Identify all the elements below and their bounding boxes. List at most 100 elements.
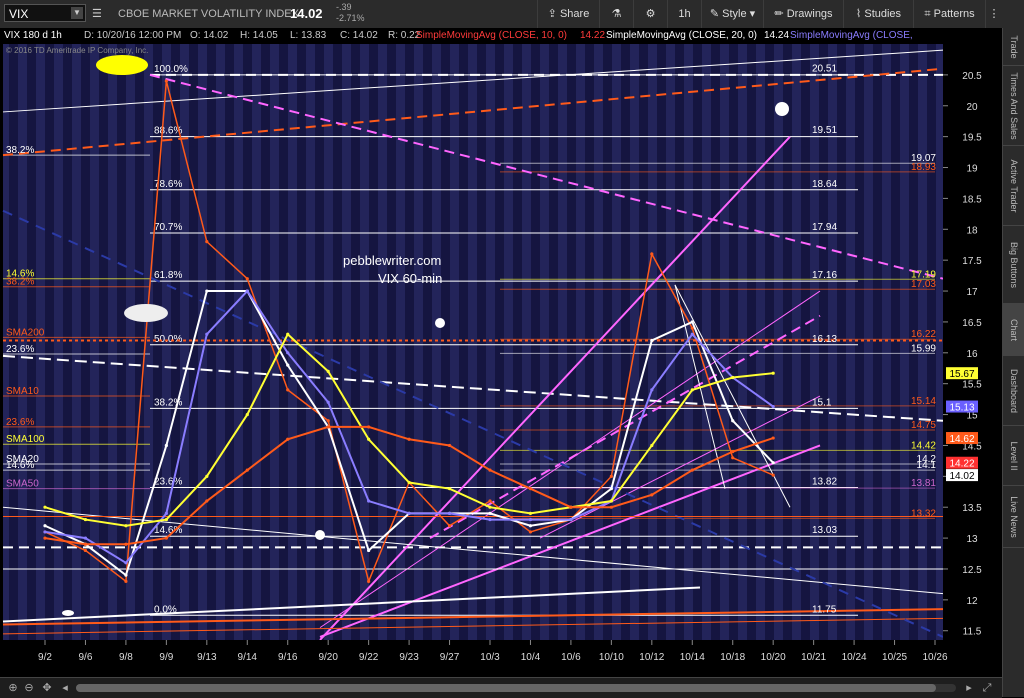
chevron-down-icon[interactable]: ▼ — [71, 7, 83, 19]
y-tick-label: 20 — [966, 102, 978, 113]
interval-button[interactable]: 1h — [667, 0, 701, 28]
x-tick-label: 9/22 — [359, 652, 379, 663]
series-point — [124, 524, 128, 528]
right-level-label: 16.22 — [911, 329, 936, 340]
x-tick-label: 10/10 — [599, 652, 624, 663]
zoom-in-icon[interactable]: ⊕ — [6, 681, 20, 695]
y-tick-label: 15.5 — [962, 380, 982, 391]
series-point — [164, 79, 168, 83]
sidebar-tab-big-buttons[interactable]: Big Buttons — [1003, 226, 1024, 304]
series-point — [326, 369, 330, 373]
series-point — [245, 412, 249, 417]
price-badge-label: 14.02 — [949, 471, 974, 482]
series-point — [43, 524, 47, 528]
series-point — [286, 332, 290, 336]
x-tick-label: 10/3 — [480, 652, 500, 663]
series-point — [650, 338, 654, 343]
series-point — [367, 499, 371, 503]
series-point — [569, 517, 573, 522]
series-point — [326, 425, 330, 429]
price-badge-label: 15.13 — [949, 403, 974, 414]
sidebar-tab-level-ii[interactable]: Level II — [1003, 426, 1024, 486]
series-point — [731, 375, 735, 380]
price-badge-label: 15.67 — [949, 369, 974, 380]
sma20-value: 14.24 — [764, 30, 789, 41]
series-point — [43, 530, 47, 534]
level-label: 18.64 — [812, 179, 837, 190]
sidebar-tab-times-and-sales[interactable]: Times And Sales — [1003, 66, 1024, 146]
flask-button[interactable]: ⚗ — [599, 0, 633, 28]
scroll-right-icon[interactable]: ▸ — [962, 681, 976, 695]
series-point — [569, 505, 573, 509]
y-tick-label: 18.5 — [962, 194, 982, 205]
sidebar-tab-label: Chart — [1009, 318, 1019, 341]
x-tick-label: 9/13 — [197, 652, 217, 663]
x-tick-label: 9/27 — [440, 652, 460, 663]
scrollbar-thumb[interactable] — [76, 684, 936, 692]
series-point — [83, 548, 88, 553]
fib-label: 23.6% — [154, 476, 182, 487]
symbol-description: CBOE MARKET VOLATILITY INDEX — [118, 8, 299, 20]
highlight-marker — [96, 55, 148, 75]
scroll-left-icon[interactable]: ◂ — [58, 681, 72, 695]
left-level-label: SMA10 — [6, 386, 39, 397]
series-point — [286, 363, 290, 367]
sidebar-tab-live-news[interactable]: Live News — [1003, 486, 1024, 548]
menu-icon[interactable]: ☰ — [92, 0, 102, 28]
patterns-button[interactable]: ⌗ Patterns — [913, 0, 985, 28]
series-point — [83, 536, 88, 540]
series-point — [609, 505, 613, 509]
price-badge-label: 14.22 — [949, 459, 974, 470]
price-change: -.39 -2.71% — [336, 2, 365, 24]
left-level-label: SMA100 — [6, 434, 45, 445]
level-label: 17.94 — [812, 222, 837, 233]
y-tick-label: 11.5 — [963, 627, 982, 638]
x-tick-label: 10/20 — [761, 652, 786, 663]
series-point — [245, 289, 249, 293]
symbol-text: VIX — [9, 7, 29, 21]
series-point — [367, 437, 371, 441]
right-level-label: 14.75 — [911, 420, 936, 431]
studies-button[interactable]: ⌇ Studies — [843, 0, 913, 28]
series-point — [731, 419, 735, 423]
sidebar-tab-label: Level II — [1009, 440, 1019, 471]
series-point — [447, 511, 452, 515]
sidebar-tab-chart[interactable]: Chart — [1003, 304, 1024, 356]
settings-button[interactable]: ⚙ — [633, 0, 667, 28]
sma10-label: SimpleMovingAvg (CLOSE, 10, 0) — [416, 30, 567, 41]
price-badge-label: 14.62 — [949, 434, 974, 445]
right-level-label: 17.03 — [911, 279, 936, 290]
series-point — [690, 468, 694, 472]
series-point — [286, 437, 290, 441]
pan-icon[interactable]: ✥ — [40, 681, 54, 695]
style-button[interactable]: ✎ Style ▾ — [701, 0, 763, 28]
symbol-input[interactable]: VIX ▼ — [4, 4, 86, 22]
right-sidebar: Trade Times And Sales Active Trader Big But… — [1002, 28, 1024, 697]
level-label: 15.1 — [812, 397, 832, 408]
series-point — [124, 542, 128, 546]
left-level-label: 38.2% — [6, 145, 34, 156]
series-point — [609, 474, 613, 478]
header-open: O: 14.02 — [190, 30, 229, 41]
x-tick-label: 10/4 — [521, 652, 541, 663]
level-label: 13.03 — [812, 525, 837, 536]
x-tick-label: 10/14 — [680, 652, 705, 663]
horizontal-scrollbar[interactable] — [76, 684, 956, 692]
expand-icon[interactable]: ⤢ — [980, 681, 994, 695]
series-point — [367, 579, 371, 583]
zoom-out-icon[interactable]: ⊖ — [22, 681, 36, 695]
price-chart[interactable]: 100.0%88.6%78.6%70.7%61.8%50.0%38.2%23.6… — [0, 28, 1002, 677]
sidebar-tab-dashboard[interactable]: Dashboard — [1003, 356, 1024, 426]
left-level-label: SMA50 — [6, 479, 39, 490]
series-point — [771, 461, 775, 465]
sidebar-tab-label: Big Buttons — [1009, 241, 1019, 288]
series-point — [488, 517, 492, 522]
drawings-button[interactable]: ✏ Drawings — [763, 0, 843, 28]
more-button[interactable]: ⋮ — [985, 0, 1002, 28]
sidebar-tab-trade[interactable]: Trade — [1003, 28, 1024, 66]
x-tick-label: 10/26 — [922, 652, 947, 663]
right-level-label: 15.14 — [911, 396, 936, 407]
share-button[interactable]: ⇪ Share — [537, 0, 599, 28]
x-tick-label: 10/12 — [639, 652, 664, 663]
sidebar-tab-active-trader[interactable]: Active Trader — [1003, 146, 1024, 226]
